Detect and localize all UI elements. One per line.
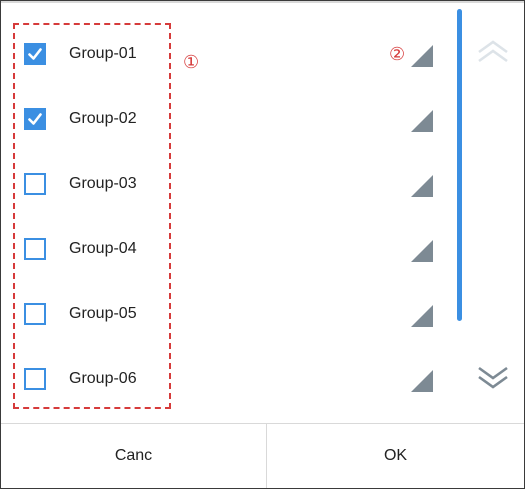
dialog-footer: Canc OK	[1, 423, 524, 488]
group-row-06[interactable]: Group-06	[1, 350, 446, 410]
group-label: Group-02	[69, 110, 137, 127]
top-divider	[1, 1, 524, 3]
corner-triangle-icon[interactable]	[409, 108, 435, 134]
corner-triangle-icon[interactable]	[409, 43, 435, 69]
group-checkbox[interactable]	[24, 303, 46, 325]
corner-triangle-icon[interactable]	[409, 238, 435, 264]
group-row-03[interactable]: Group-03	[1, 155, 446, 215]
cancel-button[interactable]: Canc	[1, 424, 266, 488]
corner-triangle-icon[interactable]	[409, 368, 435, 394]
group-row-04[interactable]: Group-04	[1, 220, 446, 280]
double-chevron-down-icon[interactable]	[473, 363, 513, 393]
group-row-05[interactable]: Group-05	[1, 285, 446, 345]
group-label: Group-01	[69, 45, 137, 62]
group-label: Group-04	[69, 240, 137, 257]
group-label: Group-03	[69, 175, 137, 192]
group-checkbox[interactable]	[24, 238, 46, 260]
group-checkbox[interactable]	[24, 173, 46, 195]
group-label: Group-05	[69, 305, 137, 322]
group-label: Group-06	[69, 370, 137, 387]
group-select-dialog: ① ② Group-01 Group-02 Group-03 Group-04 …	[0, 0, 525, 489]
corner-triangle-icon[interactable]	[409, 303, 435, 329]
group-checkbox[interactable]	[24, 368, 46, 390]
scrollbar-thumb[interactable]	[457, 9, 462, 321]
group-checkbox[interactable]	[24, 43, 46, 65]
group-checkbox[interactable]	[24, 108, 46, 130]
group-row-02[interactable]: Group-02	[1, 90, 446, 150]
corner-triangle-icon[interactable]	[409, 173, 435, 199]
group-row-01[interactable]: Group-01	[1, 25, 446, 85]
checkmark-icon	[28, 113, 42, 125]
ok-button[interactable]: OK	[267, 424, 524, 488]
checkmark-icon	[28, 48, 42, 60]
double-chevron-up-icon[interactable]	[473, 37, 513, 67]
